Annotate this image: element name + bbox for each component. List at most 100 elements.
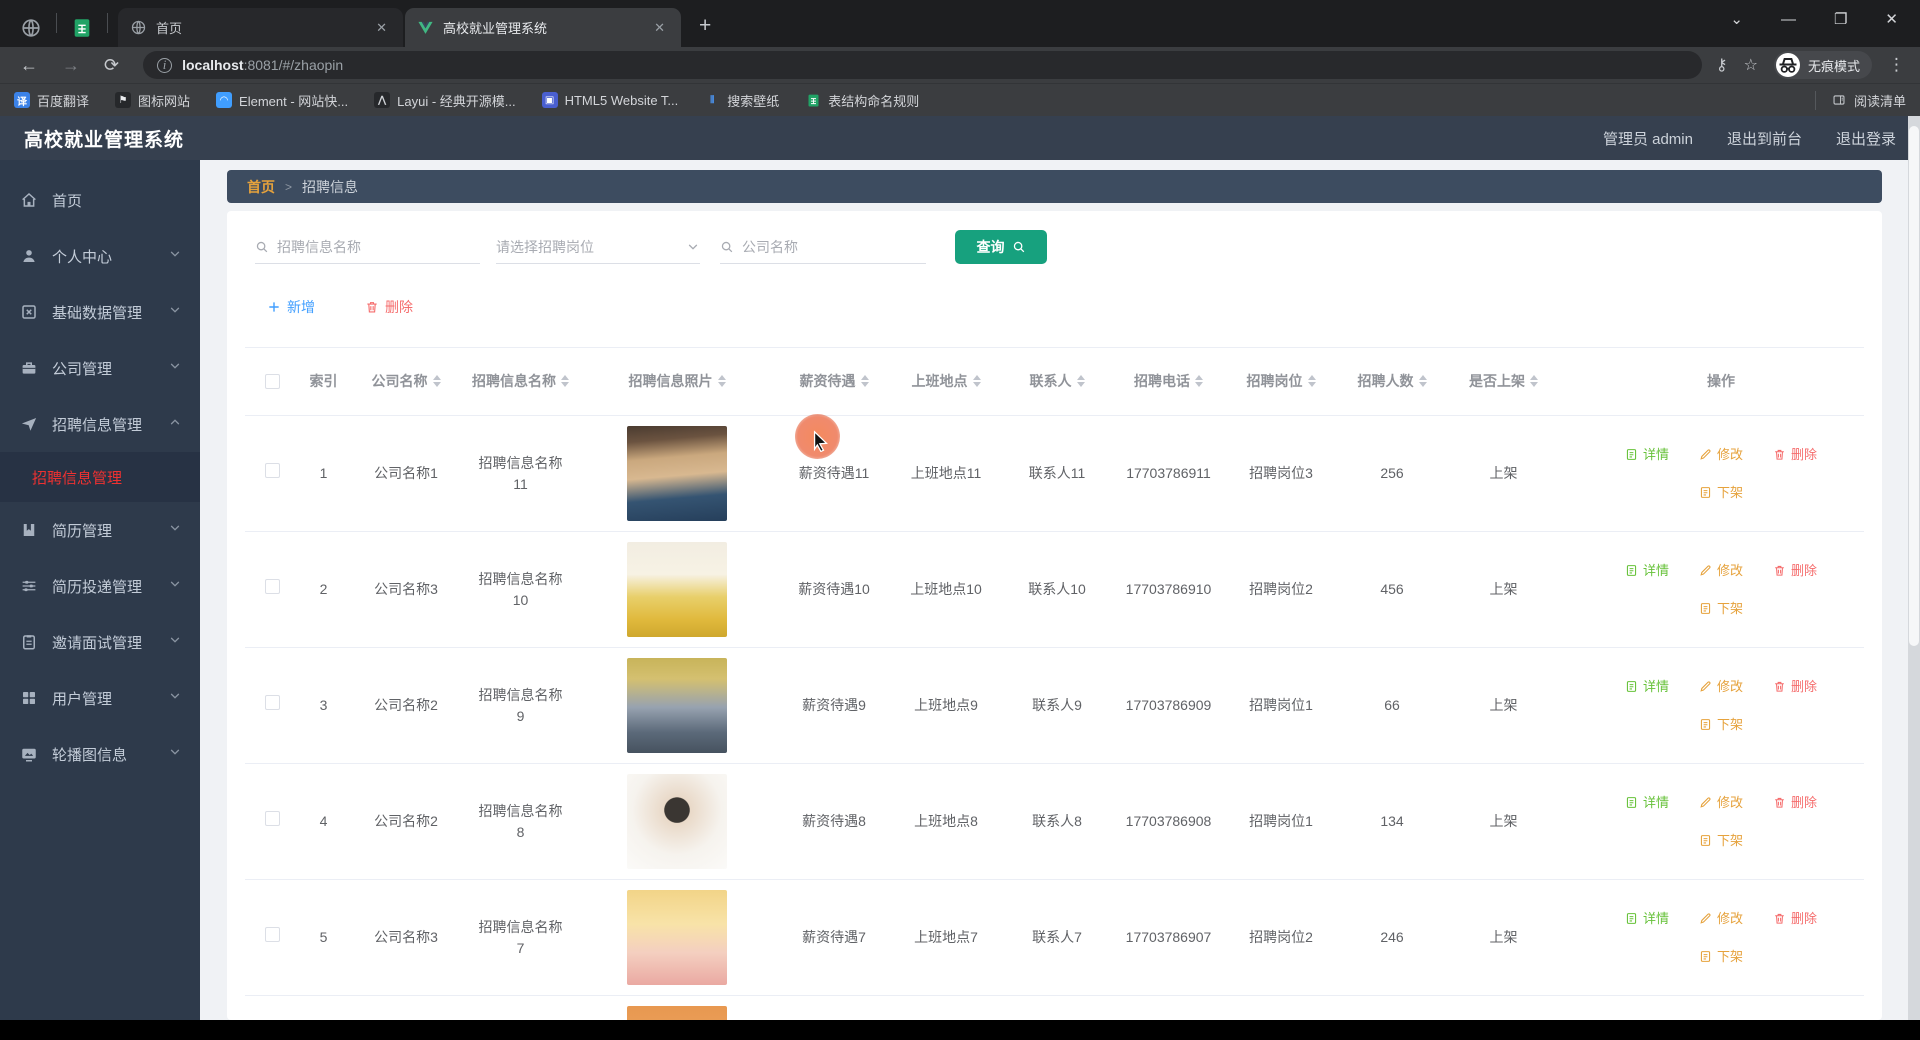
column-header-label[interactable]: 薪资待遇 bbox=[800, 372, 856, 391]
sort-caret-icon[interactable] bbox=[717, 375, 726, 388]
row-checkbox[interactable] bbox=[265, 463, 280, 478]
company-name-input[interactable]: 公司名称 bbox=[720, 231, 926, 264]
sort-caret-icon[interactable] bbox=[1307, 375, 1316, 388]
delete-row-button[interactable]: 删除 bbox=[1773, 677, 1817, 697]
recruit-name-input[interactable]: 招聘信息名称 bbox=[255, 231, 480, 264]
detail-button[interactable]: 详情 bbox=[1625, 445, 1669, 465]
off-shelf-button[interactable]: 下架 bbox=[1699, 483, 1743, 503]
column-header-label[interactable]: 招聘电话 bbox=[1134, 372, 1190, 391]
delete-button[interactable]: 删除 bbox=[365, 297, 413, 317]
scrollbar-thumb[interactable] bbox=[1909, 126, 1919, 646]
restore-button[interactable]: ❐ bbox=[1822, 6, 1859, 32]
bookmark-item[interactable]: ⚑ 图标网站 bbox=[115, 91, 190, 110]
row-checkbox[interactable] bbox=[265, 579, 280, 594]
bookmark-star-icon[interactable]: ☆ bbox=[1744, 55, 1758, 75]
sidebar-item-4[interactable]: 公司管理 bbox=[0, 340, 200, 396]
detail-button[interactable]: 详情 bbox=[1625, 909, 1669, 929]
off-shelf-button[interactable]: 下架 bbox=[1699, 831, 1743, 851]
browser-menu-icon[interactable]: ⋮ bbox=[1888, 55, 1906, 75]
logout-link[interactable]: 退出登录 bbox=[1836, 128, 1896, 149]
column-header-label[interactable]: 招聘人数 bbox=[1358, 372, 1414, 391]
add-button[interactable]: 新增 bbox=[267, 297, 315, 317]
sidebar-item-3[interactable]: 基础数据管理 bbox=[0, 284, 200, 340]
edit-button[interactable]: 修改 bbox=[1699, 909, 1743, 929]
browser-tab-1[interactable]: 首页 ✕ bbox=[118, 8, 403, 47]
delete-row-button[interactable]: 删除 bbox=[1773, 561, 1817, 581]
sidebar-item-6[interactable]: 简历管理 bbox=[0, 502, 200, 558]
bookmark-item[interactable]: ⫴ 搜索壁纸 bbox=[704, 91, 779, 110]
bookmark-item[interactable]: 表结构命名规则 bbox=[805, 91, 919, 110]
sidebar-item-9[interactable]: 用户管理 bbox=[0, 670, 200, 726]
back-button[interactable]: ← bbox=[10, 55, 48, 76]
sidebar-item-10[interactable]: 轮播图信息 bbox=[0, 726, 200, 782]
sort-caret-icon[interactable] bbox=[1195, 375, 1203, 388]
off-shelf-button[interactable]: 下架 bbox=[1699, 715, 1743, 735]
column-header-label[interactable]: 招聘岗位 bbox=[1247, 372, 1303, 391]
edit-button[interactable]: 修改 bbox=[1699, 561, 1743, 581]
pinned-tab-globe-icon[interactable] bbox=[20, 17, 42, 39]
site-info-icon[interactable]: i bbox=[157, 57, 173, 73]
sort-caret-icon[interactable] bbox=[1530, 375, 1538, 388]
tab-close-icon[interactable]: ✕ bbox=[372, 18, 391, 38]
column-header-label[interactable]: 是否上架 bbox=[1469, 372, 1525, 391]
url-text[interactable]: localhost:8081/#/zhaopin bbox=[182, 57, 343, 73]
delete-row-button[interactable]: 删除 bbox=[1773, 445, 1817, 465]
sort-caret-icon[interactable] bbox=[860, 375, 869, 388]
breadcrumb-home-link[interactable]: 首页 bbox=[247, 177, 275, 197]
pinned-tab-sheets-icon[interactable] bbox=[71, 17, 93, 39]
new-tab-button[interactable]: + bbox=[691, 14, 719, 38]
sidebar-item-7[interactable]: 简历投递管理 bbox=[0, 558, 200, 614]
sidebar-subitem[interactable]: 招聘信息管理 bbox=[0, 452, 200, 502]
exit-to-front-link[interactable]: 退出到前台 bbox=[1727, 128, 1802, 149]
page-scrollbar[interactable] bbox=[1908, 116, 1920, 1020]
minimize-button[interactable]: — bbox=[1769, 7, 1808, 32]
bookmark-item[interactable]: ▣ HTML5 Website T... bbox=[541, 92, 678, 108]
edit-button[interactable]: 修改 bbox=[1699, 677, 1743, 697]
sort-caret-icon[interactable] bbox=[1076, 375, 1085, 388]
row-checkbox[interactable] bbox=[265, 811, 280, 826]
sidebar-item-1[interactable]: 首页 bbox=[0, 172, 200, 228]
sidebar-item-5[interactable]: 招聘信息管理 bbox=[0, 396, 200, 452]
contact-person-cell: 联系人11 bbox=[1028, 465, 1086, 481]
edit-button[interactable]: 修改 bbox=[1699, 793, 1743, 813]
sort-caret-icon[interactable] bbox=[561, 375, 569, 388]
off-shelf-button[interactable]: 下架 bbox=[1699, 599, 1743, 619]
address-bar[interactable]: i localhost:8081/#/zhaopin bbox=[143, 51, 1702, 79]
forward-button[interactable]: → bbox=[52, 55, 90, 76]
sidebar-item-8[interactable]: 邀请面试管理 bbox=[0, 614, 200, 670]
password-key-icon[interactable]: ⚷ bbox=[1716, 55, 1728, 75]
tab-search-chevron-icon[interactable]: ⌄ bbox=[1718, 6, 1755, 32]
delete-row-button[interactable]: 删除 bbox=[1773, 793, 1817, 813]
row-checkbox[interactable] bbox=[265, 695, 280, 710]
column-header-label[interactable]: 上班地点 bbox=[912, 372, 968, 391]
recruit-post-select[interactable]: 请选择招聘岗位 bbox=[496, 231, 700, 264]
detail-button[interactable]: 详情 bbox=[1625, 793, 1669, 813]
edit-button[interactable]: 修改 bbox=[1699, 445, 1743, 465]
tab-close-icon[interactable]: ✕ bbox=[650, 18, 669, 38]
sort-caret-icon[interactable] bbox=[972, 375, 981, 388]
column-header-label[interactable]: 招聘信息照片 bbox=[629, 372, 713, 391]
row-checkbox[interactable] bbox=[265, 927, 280, 942]
column-header-label[interactable]: 招聘信息名称 bbox=[472, 372, 556, 391]
sidebar-item-2[interactable]: 个人中心 bbox=[0, 228, 200, 284]
bookmark-item[interactable]: 译百度翻译 bbox=[14, 91, 89, 110]
detail-button[interactable]: 详情 bbox=[1625, 677, 1669, 697]
query-button[interactable]: 查询 bbox=[955, 230, 1047, 264]
sort-caret-icon[interactable] bbox=[1418, 375, 1427, 388]
close-button[interactable]: ✕ bbox=[1873, 6, 1910, 32]
detail-button[interactable]: 详情 bbox=[1625, 561, 1669, 581]
select-all-checkbox[interactable] bbox=[265, 374, 280, 389]
bookmark-item[interactable]: ⋀ Layui - 经典开源模... bbox=[374, 91, 516, 110]
reading-list-button[interactable]: 阅读清单 bbox=[1814, 90, 1906, 110]
admin-user-label[interactable]: 管理员 admin bbox=[1603, 128, 1693, 149]
off-shelf-button[interactable]: 下架 bbox=[1699, 947, 1743, 967]
bookmark-item[interactable]: ◠ Element - 网站快... bbox=[216, 91, 348, 110]
sort-caret-icon[interactable] bbox=[432, 375, 441, 388]
column-header-label[interactable]: 联系人 bbox=[1030, 372, 1072, 391]
browser-tab-2[interactable]: 高校就业管理系统 ✕ bbox=[405, 8, 681, 47]
reload-button[interactable]: ⟳ bbox=[94, 55, 129, 76]
row-select-cell bbox=[245, 811, 300, 832]
column-header-label[interactable]: 公司名称 bbox=[372, 372, 428, 391]
delete-row-button-label: 删除 bbox=[1791, 563, 1818, 578]
delete-row-button[interactable]: 删除 bbox=[1773, 909, 1817, 929]
